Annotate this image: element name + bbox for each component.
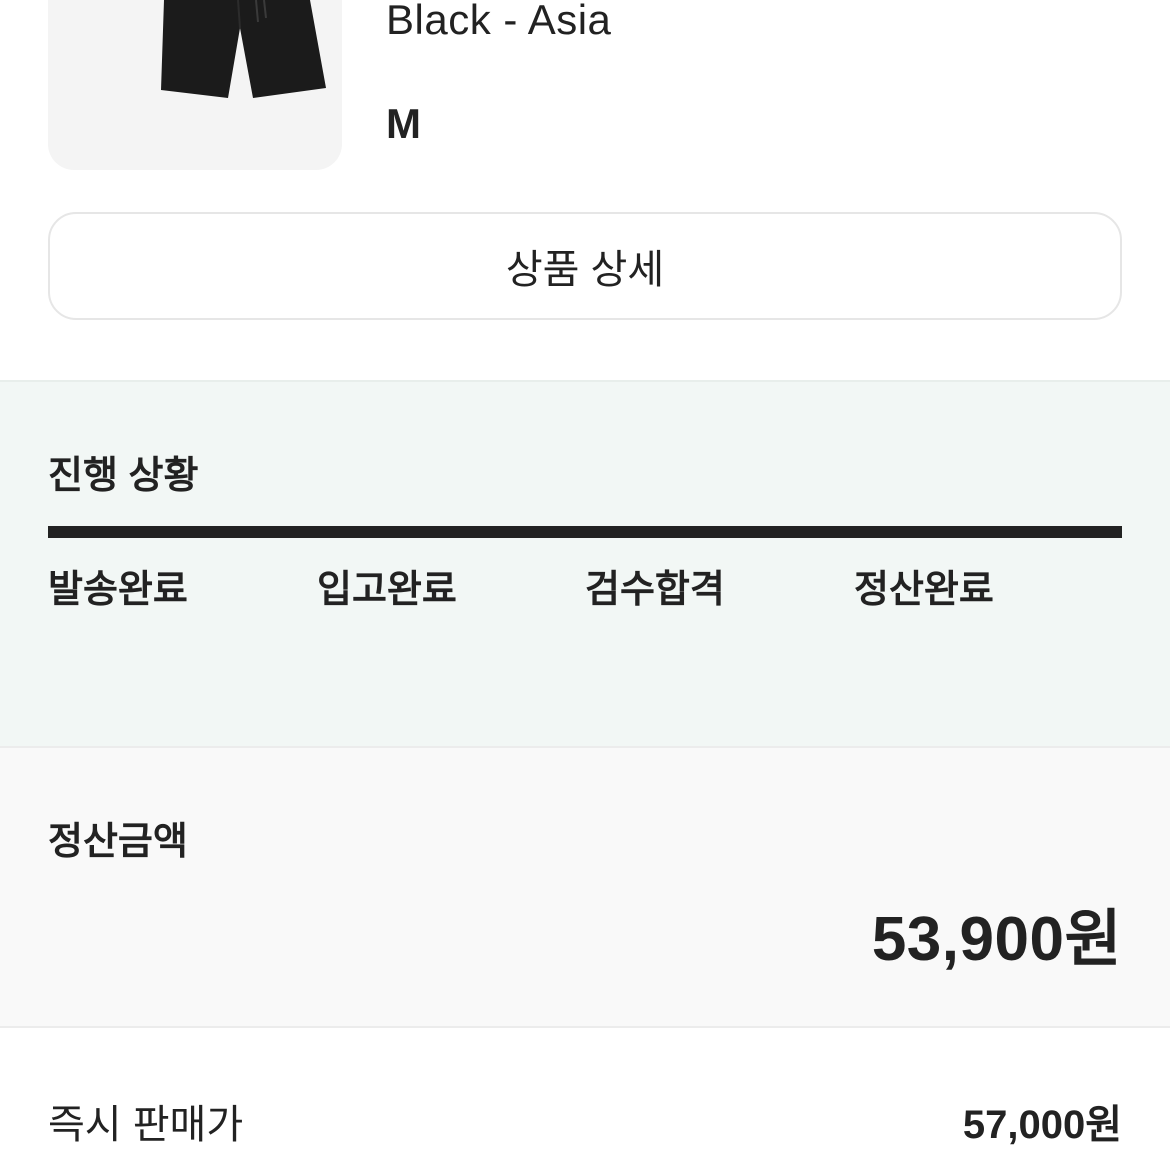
instant-sale-label: 즉시 판매가 — [48, 1103, 244, 1147]
progress-bar-fill — [48, 526, 1122, 538]
progress-title: 진행 상황 — [48, 455, 199, 497]
settlement-title: 정산금액 — [48, 821, 188, 863]
progress-steps: 발송완료 입고완료 검수합격 정산완료 — [48, 558, 1122, 611]
progress-step: 입고완료 — [317, 569, 457, 611]
progress-section: 진행 상황 발송완료 입고완료 검수합격 정산완료 — [0, 382, 1170, 746]
progress-step: 발송완료 — [48, 569, 188, 611]
progress-step: 검수합격 — [585, 569, 725, 611]
shorts-icon — [161, 0, 326, 98]
product-variant-text: Black - Asia — [386, 0, 612, 43]
settlement-amount: 53,900원 — [871, 905, 1122, 974]
product-thumbnail[interactable] — [48, 0, 342, 170]
product-size: M — [386, 100, 421, 147]
instant-sale-price: 57,000원 — [962, 1103, 1122, 1147]
product-summary: Black - Asia M 상품 상세 — [0, 0, 1170, 380]
progress-bar — [48, 526, 1122, 538]
progress-step: 정산완료 — [854, 569, 994, 611]
instant-sale-row: 즉시 판매가 57,000원 — [0, 1028, 1170, 1170]
settlement-section: 정산금액 53,900원 — [0, 746, 1170, 1028]
product-detail-button[interactable]: 상품 상세 — [48, 212, 1122, 320]
